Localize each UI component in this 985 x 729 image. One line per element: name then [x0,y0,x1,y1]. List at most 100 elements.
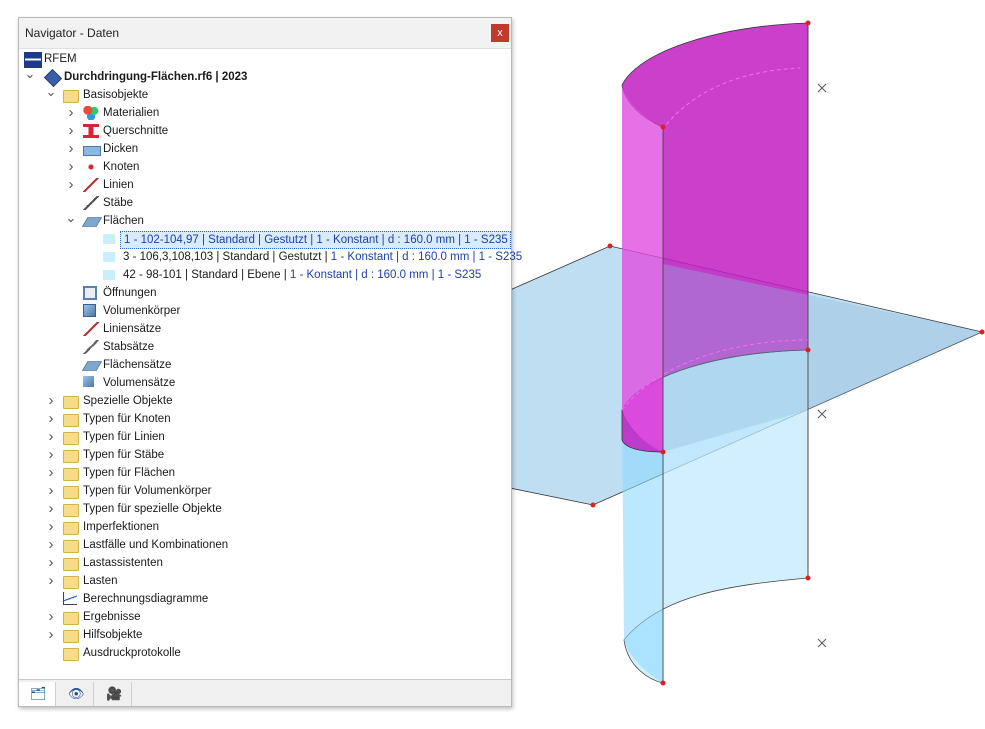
member-icon [83,196,99,210]
tree-item-label: Liniensätze [103,323,162,335]
tree-item[interactable]: ⌄ Durchdringung-Flächen.rf6 | 2023 [19,67,509,88]
chevron-right-icon[interactable]: › [45,608,57,626]
tree-item[interactable]: 1 - 102-104,97 | Standard | Gestutzt | 1… [19,230,511,249]
tree-item[interactable]: › Linien [19,176,509,194]
chevron-right-icon[interactable]: › [45,392,57,410]
close-button[interactable]: x [491,24,509,42]
surface-item-icon [103,234,115,244]
tree-item[interactable]: › Typen für Stäbe [19,446,509,464]
tree-item-label: Materialien [103,107,160,119]
folder-icon [63,90,79,103]
tree-item[interactable]: ⌄ Basisobjekte [19,85,509,104]
tree-item[interactable]: › Hilfsobjekte [19,626,509,644]
navigator-title: Navigator - Daten [25,26,120,40]
tree-item-label: Typen für Flächen [83,467,176,479]
chevron-down-icon[interactable]: ⌄ [65,211,77,230]
tree-item[interactable]: Flächensätze [19,356,509,374]
navigator-tab[interactable]: 🗂 [19,682,56,706]
node-point[interactable] [979,329,985,335]
surface-item-icon [103,252,115,262]
chevron-right-icon[interactable]: › [65,104,77,122]
tree-item-label: Volumensätze [103,377,176,389]
tree-item[interactable]: Berechnungsdiagramme [19,590,509,608]
tree-item[interactable]: Volumenkörper [19,302,509,320]
tree-item-label: Hilfsobjekte [83,629,143,641]
tree-item[interactable]: › Typen für Volumenkörper [19,482,509,500]
folder-icon [63,522,79,535]
tree-item[interactable]: Volumensätze [19,374,509,392]
data-navigator-icon: 🗂 [30,686,47,701]
cylinder-inner-magenta [622,85,663,452]
chevron-right-icon[interactable]: › [45,428,57,446]
tree-item[interactable]: Öffnungen [19,284,509,302]
tree-item[interactable]: ⌄ Flächen [19,211,509,230]
tree-item[interactable]: › Typen für Flächen [19,464,509,482]
chevron-down-icon[interactable]: ⌄ [45,85,57,104]
tree-item[interactable]: Stabsätze [19,338,509,356]
node-point[interactable] [805,20,811,26]
tree-item[interactable]: › Lasten [19,572,509,590]
folder-icon [63,396,79,409]
tree-item[interactable]: › Imperfektionen [19,518,509,536]
node-point[interactable] [660,124,666,130]
tree-item[interactable]: › Spezielle Objekte [19,392,509,410]
tree-item-label: Typen für spezielle Objekte [83,503,222,515]
chevron-right-icon[interactable]: › [45,626,57,644]
chevron-right-icon[interactable]: › [45,554,57,572]
tree-item-label: Typen für Knoten [83,413,171,425]
surface-set-icon [82,361,102,371]
node-point[interactable] [607,243,613,249]
node-point[interactable] [805,575,811,581]
chevron-right-icon[interactable]: › [45,500,57,518]
tree-item[interactable]: Stäbe [19,194,509,212]
chevron-right-icon[interactable]: › [65,140,77,158]
tree-item[interactable]: › Typen für Knoten [19,410,509,428]
tree-item[interactable]: › Typen für Linien [19,428,509,446]
chevron-right-icon[interactable]: › [45,536,57,554]
chevron-right-icon[interactable]: › [65,122,77,140]
folder-icon [63,432,79,445]
node-point[interactable] [660,680,666,686]
tree-item[interactable]: 42 - 98-101 | Standard | Ebene | 1 - Kon… [19,266,509,284]
chevron-down-icon[interactable]: ⌄ [24,67,36,86]
tree-item[interactable]: 3 - 106,3,108,103 | Standard | Gestutzt … [19,248,522,266]
node-point[interactable] [590,502,596,508]
tree-item[interactable]: › Typen für spezielle Objekte [19,500,509,518]
surface-entry-label: 42 - 98-101 | Standard | Ebene | 1 - Kon… [120,266,481,284]
chevron-right-icon[interactable]: › [45,572,57,590]
node-point[interactable] [660,449,666,455]
tree-item-label: Knoten [103,161,140,173]
tree-item[interactable]: › Lastfälle und Kombinationen [19,536,509,554]
node-point[interactable] [805,347,811,353]
chevron-right-icon[interactable]: › [45,410,57,428]
tree-item-label: Imperfektionen [83,521,160,533]
tree-item[interactable]: Liniensätze [19,320,509,338]
chevron-right-icon[interactable]: › [45,464,57,482]
navigator-tab[interactable]: 🎥 [95,682,132,706]
tree-item-label: Ergebnisse [83,611,141,623]
tree-item-label: Typen für Volumenkörper [83,485,212,497]
tree-item[interactable]: › Knoten [19,158,509,176]
materials-icon [83,106,99,120]
tree-item[interactable]: Ausdruckprotokolle [19,644,509,662]
navigator-tab[interactable]: 👁 [57,682,94,706]
tree-item[interactable]: › Querschnitte [19,122,509,140]
tree-item[interactable]: › Dicken [19,140,509,158]
folder-icon [63,504,79,517]
tree-item-label: Typen für Stäbe [83,449,165,461]
tree-item-label: Lastfälle und Kombinationen [83,539,229,551]
chevron-right-icon[interactable]: › [65,176,77,194]
tree-item[interactable]: › Lastassistenten [19,554,509,572]
chevron-right-icon[interactable]: › [65,158,77,176]
chevron-right-icon[interactable]: › [45,518,57,536]
opening-icon [83,286,97,300]
tree-item-label: Stäbe [103,197,134,209]
chevron-right-icon[interactable]: › [45,482,57,500]
surface-entry-thickness: 1 - Konstant | d : 160.0 mm | 1 - S235 [289,269,482,281]
tree-item-label: Lasten [83,575,118,587]
chevron-right-icon[interactable]: › [45,446,57,464]
tree-item[interactable]: › Materialien [19,104,509,122]
tree-item[interactable]: › Ergebnisse [19,608,509,626]
surface-entry-label: 1 - 102-104,97 | Standard | Gestutzt | 1… [120,231,511,249]
tree-item[interactable]: RFEM [19,50,509,68]
